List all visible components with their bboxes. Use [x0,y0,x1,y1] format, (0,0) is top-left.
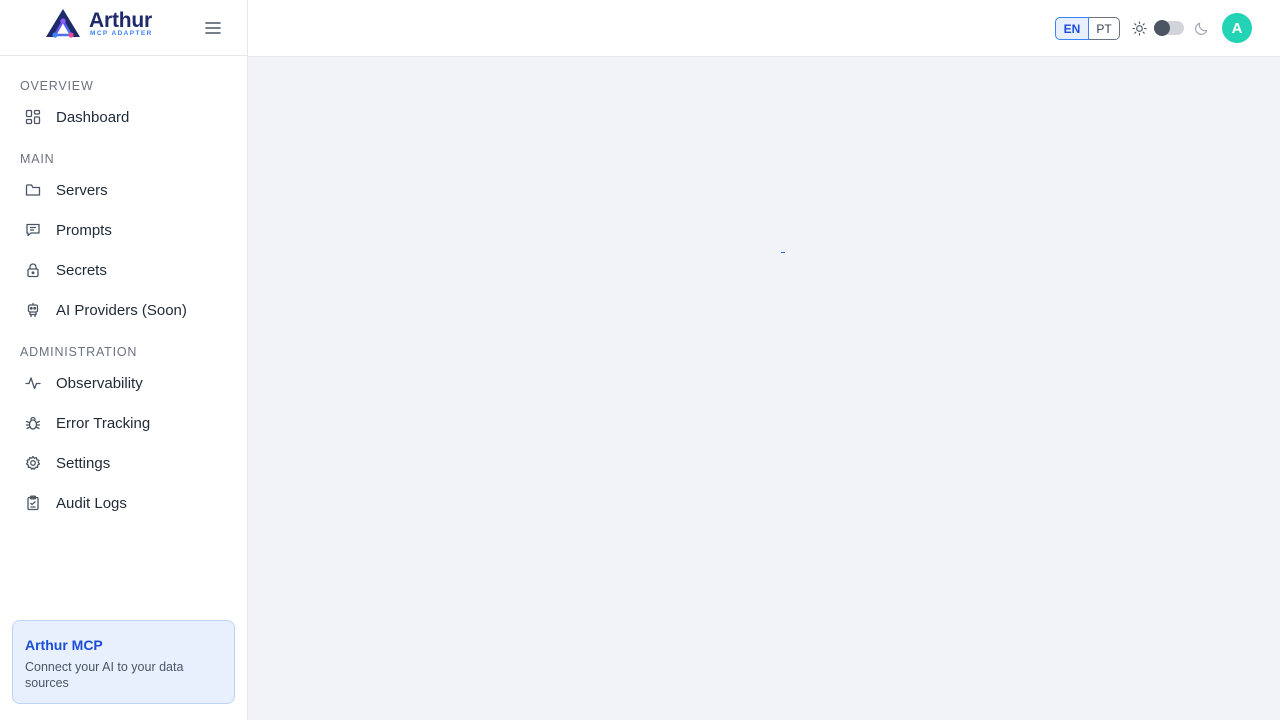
sidebar-item-ai-providers[interactable]: AI Providers (Soon) [12,292,236,328]
main-content [248,57,1280,720]
promo-title: Arthur MCP [25,637,103,653]
section-title-overview: OVERVIEW [20,79,94,93]
sidebar-item-label: Dashboard [56,108,130,126]
sidebar-item-audit-logs[interactable]: Audit Logs [12,485,236,521]
sidebar-item-error-tracking[interactable]: Error Tracking [12,405,236,441]
clipboard-icon [25,495,41,511]
gear-icon [25,455,41,471]
sun-icon [1132,21,1147,36]
lock-icon [25,262,41,278]
sidebar-item-observability[interactable]: Observability [12,365,236,401]
sidebar-item-servers[interactable]: Servers [12,172,236,208]
promo-card: Arthur MCP Connect your AI to your data … [12,620,235,704]
sidebar-item-label: Observability [56,374,143,392]
loading-indicator [781,252,785,253]
menu-toggle-icon[interactable] [203,18,223,38]
dashboard-icon [25,109,41,125]
language-en-button[interactable]: EN [1055,17,1089,40]
sidebar-item-prompts[interactable]: Prompts [12,212,236,248]
promo-text: Connect your AI to your data sources [25,660,184,690]
moon-icon [1195,22,1208,35]
sidebar-item-label: Audit Logs [56,494,127,512]
language-pt-button[interactable]: PT [1089,17,1120,40]
sidebar: Arthur MCP ADAPTER OVERVIEW Dashboard MA… [0,0,248,720]
sidebar-item-secrets[interactable]: Secrets [12,252,236,288]
brand-subtitle: MCP ADAPTER [90,30,153,37]
brand-header: Arthur MCP ADAPTER [0,0,247,56]
bug-icon [25,415,41,431]
sidebar-item-label: AI Providers (Soon) [56,301,187,319]
sidebar-item-label: Error Tracking [56,414,151,432]
sidebar-item-label: Prompts [56,221,112,239]
sidebar-item-label: Settings [56,454,111,472]
user-avatar[interactable]: A [1222,13,1252,43]
top-bar: EN PT A [248,0,1280,57]
section-title-main: MAIN [20,152,55,166]
section-title-administration: ADMINISTRATION [20,345,138,359]
arthur-logo-icon [46,9,80,38]
robot-icon [25,302,41,318]
folder-icon [25,182,41,198]
message-icon [25,222,41,238]
sidebar-item-label: Servers [56,181,108,199]
sidebar-item-label: Secrets [56,261,107,279]
theme-toggle[interactable] [1154,20,1184,36]
theme-toggle-knob [1154,20,1170,36]
sidebar-item-settings[interactable]: Settings [12,445,236,481]
sidebar-item-dashboard[interactable]: Dashboard [12,99,236,135]
activity-icon [25,375,41,391]
